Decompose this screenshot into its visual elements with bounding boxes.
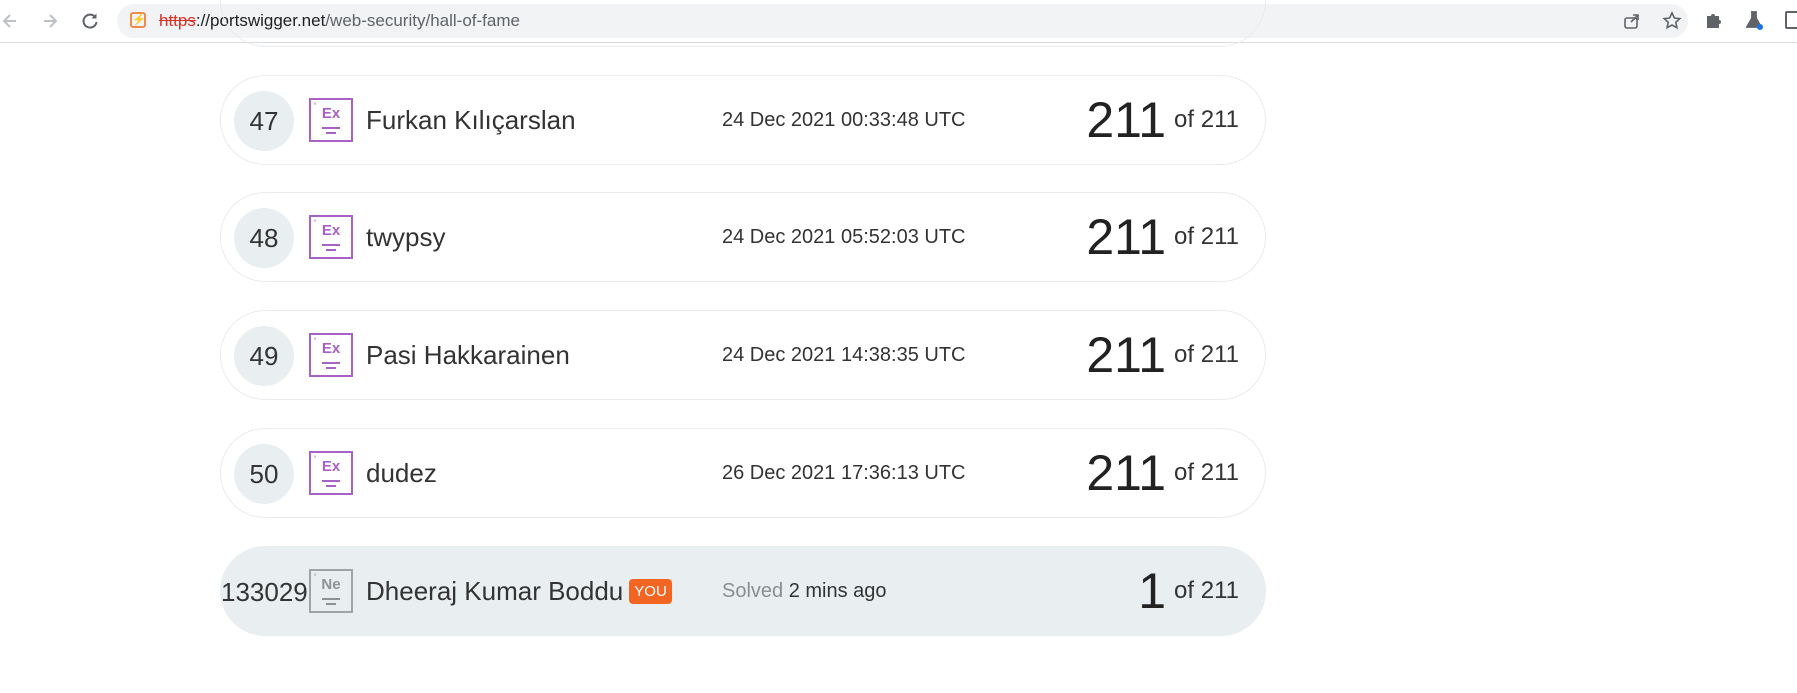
- rank-number: 50: [234, 444, 294, 504]
- share-icon[interactable]: [1620, 9, 1644, 33]
- score-solved: 211: [1086, 209, 1167, 265]
- leaderboard-row: 50 ' Ex dudez 26 Dec 2021 17:36:13 UTC 21…: [220, 428, 1266, 518]
- leaderboard-row: 49 ' Ex Pasi Hakkarainen 24 Dec 2021 14:3…: [220, 310, 1266, 400]
- rank-number: 133029: [221, 577, 308, 607]
- flask-icon[interactable]: [1743, 9, 1767, 33]
- completion-date: 24 Dec 2021 14:38:35 UTC: [722, 344, 966, 366]
- score-solved: 1: [1138, 563, 1167, 619]
- level-code: Ne: [321, 576, 341, 593]
- leaderboard-row: 48 ' Ex twypsy 24 Dec 2021 05:52:03 UTC 2…: [220, 192, 1266, 282]
- score-total: of 211: [1174, 223, 1239, 250]
- solved-time: Solved 2 mins ago: [722, 547, 887, 635]
- solved-label: Solved: [722, 580, 784, 602]
- rank-number: 49: [234, 326, 294, 386]
- player-name: twypsy: [366, 222, 446, 252]
- star-icon[interactable]: [1660, 9, 1684, 33]
- rank-number: 48: [234, 208, 294, 268]
- score-total: of 211: [1174, 341, 1239, 368]
- score-solved: 211: [1086, 92, 1167, 148]
- score-total: of 211: [1174, 459, 1239, 486]
- expert-level-icon: ' Ex: [309, 333, 353, 377]
- player-name: Furkan Kılıçarslan: [366, 105, 576, 135]
- score-solved: 211: [1086, 445, 1167, 501]
- level-code: Ex: [321, 222, 341, 239]
- completion-date: 26 Dec 2021 17:36:13 UTC: [722, 462, 966, 484]
- you-badge: YOU: [629, 578, 672, 604]
- novice-level-icon: ' Ne: [309, 569, 353, 613]
- portswigger-favicon-icon: ⚡: [130, 12, 146, 28]
- puzzle-icon[interactable]: [1703, 9, 1727, 33]
- arrow-right-icon[interactable]: [38, 9, 62, 33]
- completion-date: 24 Dec 2021 05:52:03 UTC: [722, 226, 966, 248]
- player-name: Dheeraj Kumar Boddu YOU: [366, 547, 672, 635]
- player-name: Pasi Hakkarainen: [366, 340, 570, 370]
- score-total: of 211: [1174, 106, 1239, 133]
- score: 211 of 211: [1086, 429, 1239, 517]
- current-user-row: 133029 ' Ne Dheeraj Kumar Boddu YOU Solved…: [220, 546, 1266, 636]
- score: 1 of 211: [1138, 547, 1239, 635]
- arrow-left-icon[interactable]: [0, 9, 22, 33]
- side-panel-icon[interactable]: [1785, 11, 1797, 29]
- solved-ago: 2 mins ago: [788, 580, 887, 602]
- score: 211 of 211: [1086, 193, 1239, 281]
- level-code: Ex: [321, 458, 341, 475]
- expert-level-icon: ' Ex: [309, 98, 353, 142]
- score: 211 of 211: [1086, 311, 1239, 399]
- player-name-text: Dheeraj Kumar Boddu: [366, 576, 624, 606]
- level-code: Ex: [321, 105, 341, 122]
- leaderboard-row-partial: [220, 0, 1266, 47]
- reload-icon[interactable]: [78, 9, 102, 33]
- level-code: Ex: [321, 340, 341, 357]
- expert-level-icon: ' Ex: [309, 451, 353, 495]
- completion-date: 24 Dec 2021 00:33:48 UTC: [722, 109, 966, 131]
- player-name: dudez: [366, 458, 437, 488]
- score-solved: 211: [1086, 327, 1167, 383]
- expert-level-icon: ' Ex: [309, 215, 353, 259]
- rank-number: 47: [234, 91, 294, 151]
- leaderboard-row: 47 ' Ex Furkan Kılıçarslan 24 Dec 2021 00…: [220, 75, 1266, 165]
- score: 211 of 211: [1086, 76, 1239, 164]
- score-total: of 211: [1174, 577, 1239, 604]
- url-scheme: https: [159, 11, 196, 30]
